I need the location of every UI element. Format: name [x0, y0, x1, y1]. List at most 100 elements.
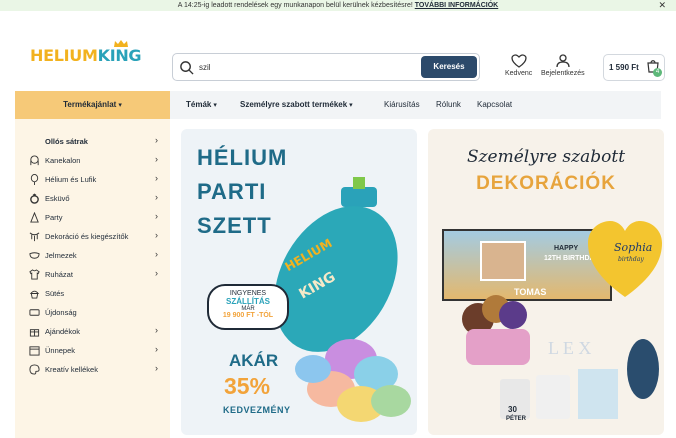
sidebar-item-label: Sütés	[45, 289, 65, 298]
sidebar-item-label: Újdonság	[45, 308, 77, 317]
nav-item-label: Témák	[186, 100, 212, 109]
cart-total: 1 590 Ft	[609, 63, 639, 72]
search-input[interactable]	[199, 60, 399, 75]
mask-icon	[29, 252, 40, 259]
sidebar-item-label: Jelmezek	[45, 251, 77, 260]
login-link[interactable]: Bejelentkezés	[541, 54, 585, 77]
ring-icon	[30, 193, 39, 204]
sidebar-item-ujdonsag[interactable]: Újdonság	[15, 303, 170, 322]
bubble-text: 19 900 FT -TÓL	[222, 312, 274, 319]
sidebar-item-label: Ollós sátrak	[45, 137, 88, 146]
sidebar-item-label: Esküvő	[45, 194, 70, 203]
close-icon[interactable]: ✕	[658, 0, 666, 11]
banner-akar: AKÁR	[229, 351, 279, 370]
search-button[interactable]: Keresés	[421, 56, 477, 78]
cart-button[interactable]: 1 590 Ft 4	[603, 54, 665, 81]
personalized-decor-banner[interactable]: Személyre szabott DEKORÁCIÓK HAPPY 12TH …	[428, 129, 664, 435]
calendar-icon	[29, 346, 40, 356]
decoration-products-illustration: L E X	[462, 295, 659, 419]
user-icon	[556, 54, 570, 68]
main-nav: Termékajánlat ▾ Témák ▾ Személyre szabott …	[15, 91, 661, 119]
heart-icon	[510, 54, 527, 68]
new-tag-icon	[29, 309, 40, 316]
nav-item-label: Rólunk	[436, 100, 461, 109]
cup-name: PÉTER	[506, 416, 527, 422]
decoration-icon	[29, 232, 40, 242]
free-shipping-bubble: INGYENES SZÁLLÍTÁS MÁR 19 900 FT -TÓL	[207, 284, 289, 330]
wishlist-label: Kedvenc	[505, 70, 533, 77]
chevron-right-icon: ›	[155, 344, 158, 354]
sidebar-item-ollos-satrak[interactable]: Ollós sátrak ›	[15, 132, 170, 151]
balloon-name: Sophia	[614, 241, 653, 254]
categories-button[interactable]: Termékajánlat ▾	[15, 91, 170, 119]
categories-label: Termékajánlat	[63, 100, 117, 109]
sidebar-item-unnepek[interactable]: Ünnepek ›	[15, 341, 170, 360]
banner-percent: 35%	[224, 373, 271, 399]
search-bar: Keresés	[172, 53, 480, 81]
cup-number: 30	[508, 405, 517, 414]
cupcake-icon	[29, 290, 40, 299]
nav-item-label: Személyre szabott termékek	[240, 100, 348, 109]
announcement-text: A 14:25-ig leadott rendelések egy munkan…	[177, 2, 413, 9]
chevron-right-icon: ›	[155, 249, 158, 259]
chevron-down-icon: ▾	[349, 102, 353, 109]
sidebar-item-dekoracio[interactable]: Dekoráció és kiegészítők ›	[15, 227, 170, 246]
party-hat-icon	[30, 212, 39, 223]
chevron-right-icon: ›	[155, 135, 158, 145]
chevron-down-icon: ▾	[118, 102, 122, 109]
chevron-right-icon: ›	[155, 211, 158, 221]
wig-icon	[30, 155, 39, 166]
nav-item-personalized[interactable]: Személyre szabott termékek ▾	[240, 91, 353, 119]
balloon-sub: birthday	[618, 256, 644, 263]
shirt-icon	[29, 269, 40, 280]
nav-item-label: Kapcsolat	[477, 100, 513, 109]
sidebar-item-ajandekok[interactable]: Ajándékok ›	[15, 322, 170, 341]
sidebar-item-label: Kanekalon	[45, 156, 81, 165]
banner-title: Személyre szabott	[466, 147, 626, 167]
sidebar-item-ruhazat[interactable]: Ruházat ›	[15, 265, 170, 284]
bubble-text: INGYENES	[229, 290, 267, 297]
site-logo[interactable]: HELIUMKING	[30, 46, 142, 65]
balloon-icon	[30, 174, 39, 185]
sidebar-item-sutes[interactable]: Sütés	[15, 284, 170, 303]
sidebar-item-label: Kreatív kellékek	[45, 365, 98, 374]
nav-item-contact[interactable]: Kapcsolat	[477, 91, 512, 119]
nav-item-about[interactable]: Rólunk	[436, 91, 461, 119]
banner-title-line: HÉLIUM	[197, 145, 288, 170]
sidebar-item-kanekalon[interactable]: Kanekalon ›	[15, 151, 170, 170]
chevron-down-icon: ▾	[213, 102, 217, 109]
category-sidebar: Ollós sátrak › Kanekalon › Hélium és Luf…	[15, 119, 170, 438]
svg-text:L E X: L E X	[548, 338, 591, 358]
nav-item-label: Kiárusítás	[384, 100, 420, 109]
sidebar-item-helium[interactable]: Hélium és Lufik ›	[15, 170, 170, 189]
logo-king: KING	[97, 46, 142, 65]
gift-icon	[29, 329, 40, 337]
site-header: HELIUMKING Keresés Kedvenc Bejelentkezés…	[0, 11, 676, 91]
chevron-right-icon: ›	[155, 173, 158, 183]
sidebar-item-label: Dekoráció és kiegészítők	[45, 232, 129, 241]
sidebar-item-label: Party	[45, 213, 63, 222]
nav-item-themes[interactable]: Témák ▾	[186, 91, 217, 119]
chevron-right-icon: ›	[155, 154, 158, 164]
helium-party-set-banner[interactable]: HÉLIUM PARTI SZETT HELIUM KING INGYENES …	[181, 129, 417, 435]
search-icon	[180, 61, 194, 75]
palette-icon	[29, 364, 40, 375]
nav-item-sale[interactable]: Kiárusítás	[384, 91, 420, 119]
wishlist-link[interactable]: Kedvenc	[505, 54, 532, 77]
sidebar-item-eskuvo[interactable]: Esküvő ›	[15, 189, 170, 208]
chevron-right-icon: ›	[155, 325, 158, 335]
sidebar-item-label: Hélium és Lufik	[45, 175, 97, 184]
login-label: Bejelentkezés	[541, 70, 585, 77]
chevron-right-icon: ›	[155, 268, 158, 278]
more-info-link[interactable]: TOVÁBBI INFORMÁCIÓK	[415, 2, 498, 9]
happy-text: HAPPY	[554, 245, 579, 252]
sidebar-item-label: Ruházat	[45, 270, 73, 279]
chevron-right-icon: ›	[155, 192, 158, 202]
announcement-bar: A 14:25-ig leadott rendelések egy munkan…	[0, 0, 676, 11]
sidebar-item-kreativ[interactable]: Kreatív kellékek ›	[15, 360, 170, 379]
logo-helium: HELIUM	[30, 46, 98, 65]
chevron-right-icon: ›	[155, 230, 158, 240]
sidebar-item-jelmezek[interactable]: Jelmezek ›	[15, 246, 170, 265]
sidebar-item-party[interactable]: Party ›	[15, 208, 170, 227]
banner-subtitle: DEKORÁCIÓK	[476, 173, 616, 194]
